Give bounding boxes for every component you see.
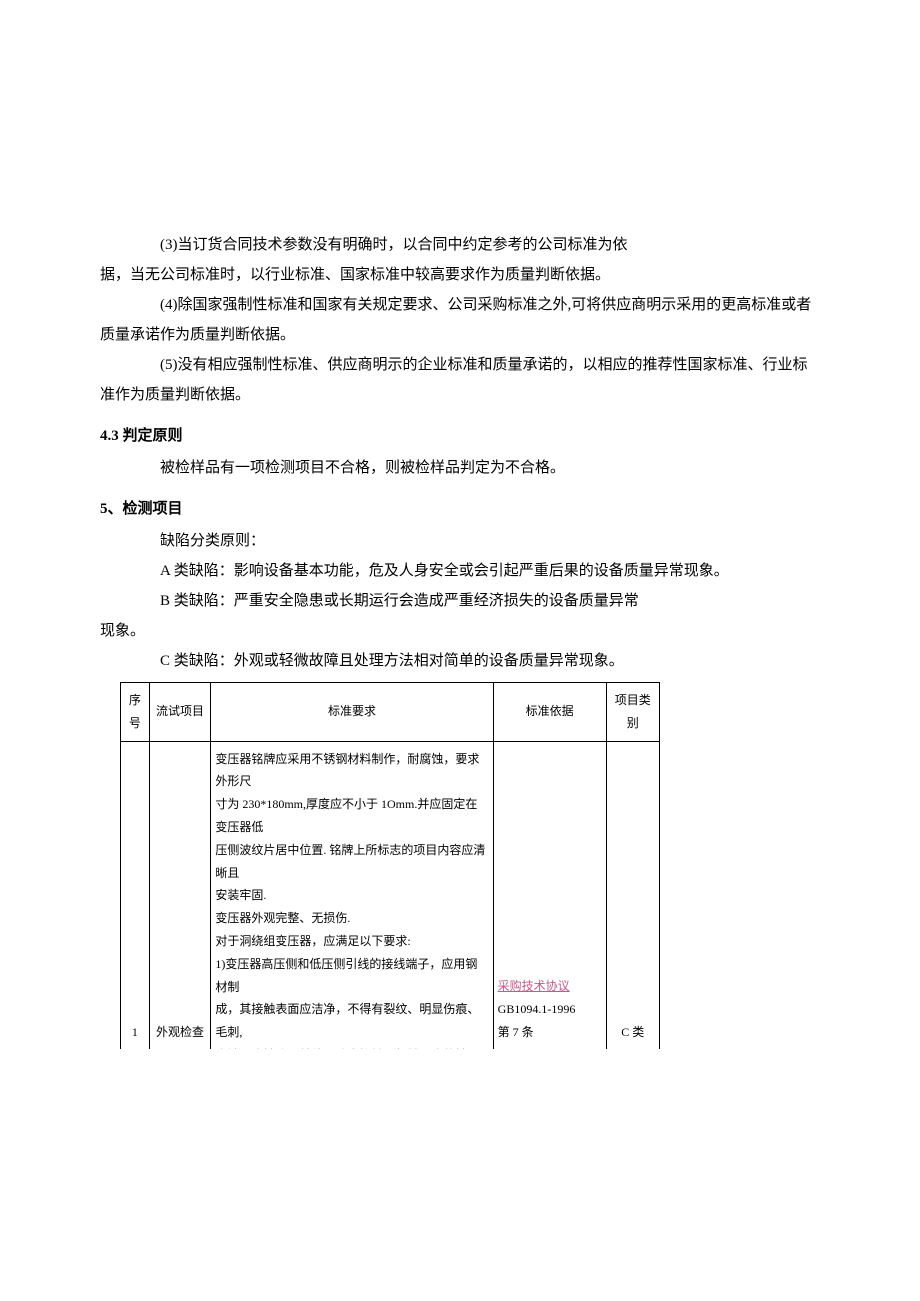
table-viewport: 序号 流试项目 标准要求 标准依据 项目类别 1 外观检查 变压器铭牌应采用不锈… — [100, 676, 820, 1049]
req-line: 1)变压器高压侧和低压侧引线的接线端子，应用钢材制 — [215, 957, 477, 994]
para-3a: (3)当订货合同技术参数没有明确时，以合同中约定参考的公司标准为依 — [100, 230, 820, 260]
defect-b: B 类缺陷：严重安全隐患或长期运行会造成严重经济损失的设备质量异常 — [100, 586, 820, 616]
cell-item: 外观检查 — [149, 741, 211, 1049]
para-4-3: 被检样品有一项检测项目不合格，则被检样品判定为不合格。 — [100, 453, 820, 483]
defect-c: C 类缺陷：外观或轻微故障且处理方法相对简单的设备质量异常现象。 — [100, 646, 820, 676]
th-basis: 标准依据 — [493, 683, 606, 742]
req-line: 变压器外观完整、无损伤. — [215, 911, 350, 925]
req-line: 变压器铭牌应采用不锈钢材料制作，耐腐蚀，要求外形尺 — [215, 752, 479, 789]
th-cat: 项目类别 — [606, 683, 659, 742]
basis-line: 第 7 条 — [498, 1025, 534, 1039]
cell-req: 变压器铭牌应采用不锈钢材料制作，耐腐蚀，要求外形尺 寸为 230*180mm,厚… — [211, 741, 493, 1049]
document-page: (3)当订货合同技术参数没有明确时，以合同中约定参考的公司标准为依 据，当无公司… — [0, 0, 920, 1109]
defect-intro: 缺陷分类原则： — [100, 526, 820, 556]
th-item: 流试项目 — [149, 683, 211, 742]
cell-cat: C 类 — [606, 741, 659, 1049]
cell-basis: 采购技术协议 GB1094.1-1996 第 7 条 （GB1094.1-201… — [493, 741, 606, 1049]
req-line: 对于洞绕组变压器，应满足以下要求: — [215, 934, 410, 948]
heading-5: 5、检测项目 — [100, 497, 820, 518]
th-seq: 序号 — [121, 683, 150, 742]
defect-a: A 类缺陷：影响设备基本功能，危及人身安全或会引起严重后果的设备质量异常现象。 — [100, 556, 820, 586]
para-3b: 据，当无公司标准时，以行业标准、国家标准中较高要求作为质量判断依据。 — [100, 260, 820, 290]
basis-link[interactable]: 采购技术协议 — [498, 979, 570, 993]
req-line: 寸为 230*180mm,厚度应不小于 1Omm.并应固定在变压器低 — [215, 797, 477, 834]
table-row: 1 外观检查 变压器铭牌应采用不锈钢材料制作，耐腐蚀，要求外形尺 寸为 230*… — [121, 741, 660, 1049]
heading-4-3: 4.3 判定原则 — [100, 424, 820, 445]
defect-b-cont: 现象。 — [100, 616, 820, 646]
basis-line: （GB1094.1-2013 — [498, 1048, 588, 1049]
req-line: 安装牢固. — [215, 888, 266, 902]
th-req: 标准要求 — [211, 683, 493, 742]
para-4: (4)除国家强制性标准和国家有关规定要求、公司采购标准之外,可将供应商明示采用的… — [100, 290, 820, 350]
req-line: 成，其接触表面应洁净，不得有裂纹、明显伤痕、毛刺, — [215, 1002, 479, 1039]
req-line: 腐蚀斑痕缺陷及其他影响电接触和机械强度的缺陷，且应 — [215, 1048, 467, 1049]
req-line: 压侧波纹片居中位置. 铭牌上所标志的项目内容应清晰且 — [215, 843, 485, 880]
table-header-row: 序号 流试项目 标准要求 标准依据 项目类别 — [121, 683, 660, 742]
para-5: (5)没有相应强制性标准、供应商明示的企业标准和质量承诺的，以相应的推荐性国家标… — [100, 350, 820, 410]
cell-seq: 1 — [121, 741, 150, 1049]
detection-table: 序号 流试项目 标准要求 标准依据 项目类别 1 外观检查 变压器铭牌应采用不锈… — [120, 682, 660, 1049]
basis-line: GB1094.1-1996 — [498, 1002, 576, 1016]
